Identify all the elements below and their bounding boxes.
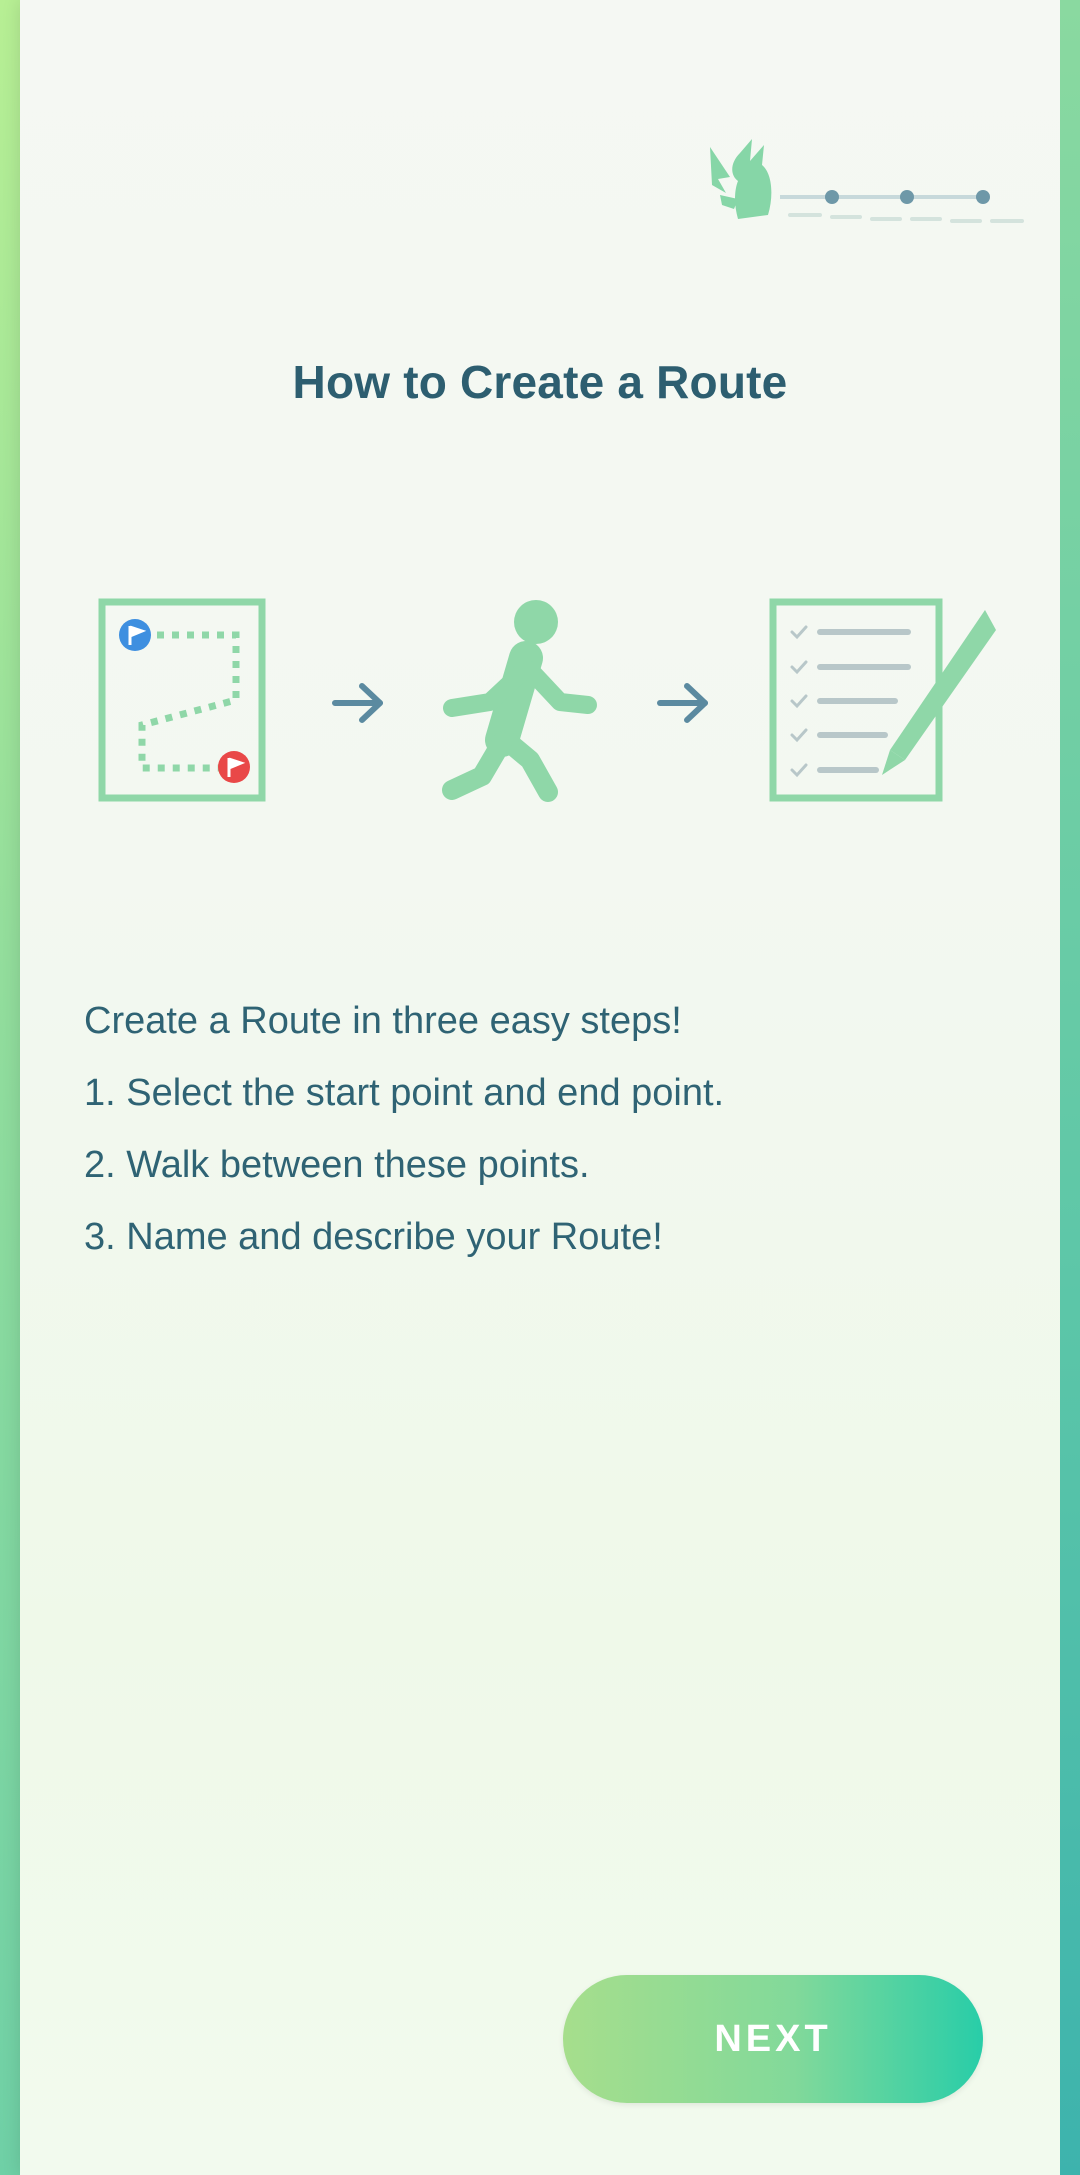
arrow-right-icon [657,683,708,723]
instructions-step-3: 3. Name and describe your Route! [84,1216,663,1258]
instructions-step-2: 2. Walk between these points. [84,1144,590,1186]
pikachu-progress-icon [710,139,1024,223]
panel-edge-right [1060,0,1080,2175]
page-title: How to Create a Route [292,356,788,408]
walking-person-icon [442,600,597,802]
checklist-pencil-icon [769,598,996,802]
next-button[interactable]: NEXT [563,1975,983,2103]
instructions: Create a Route in three easy steps! 1. S… [84,985,984,1273]
arrow-right-icon [332,683,383,723]
instructions-step-1: 1. Select the start point and end point. [84,1072,725,1114]
route-map-icon [98,598,266,802]
instructions-intro: Create a Route in three easy steps! [84,1000,682,1042]
steps-illustration [98,598,996,802]
